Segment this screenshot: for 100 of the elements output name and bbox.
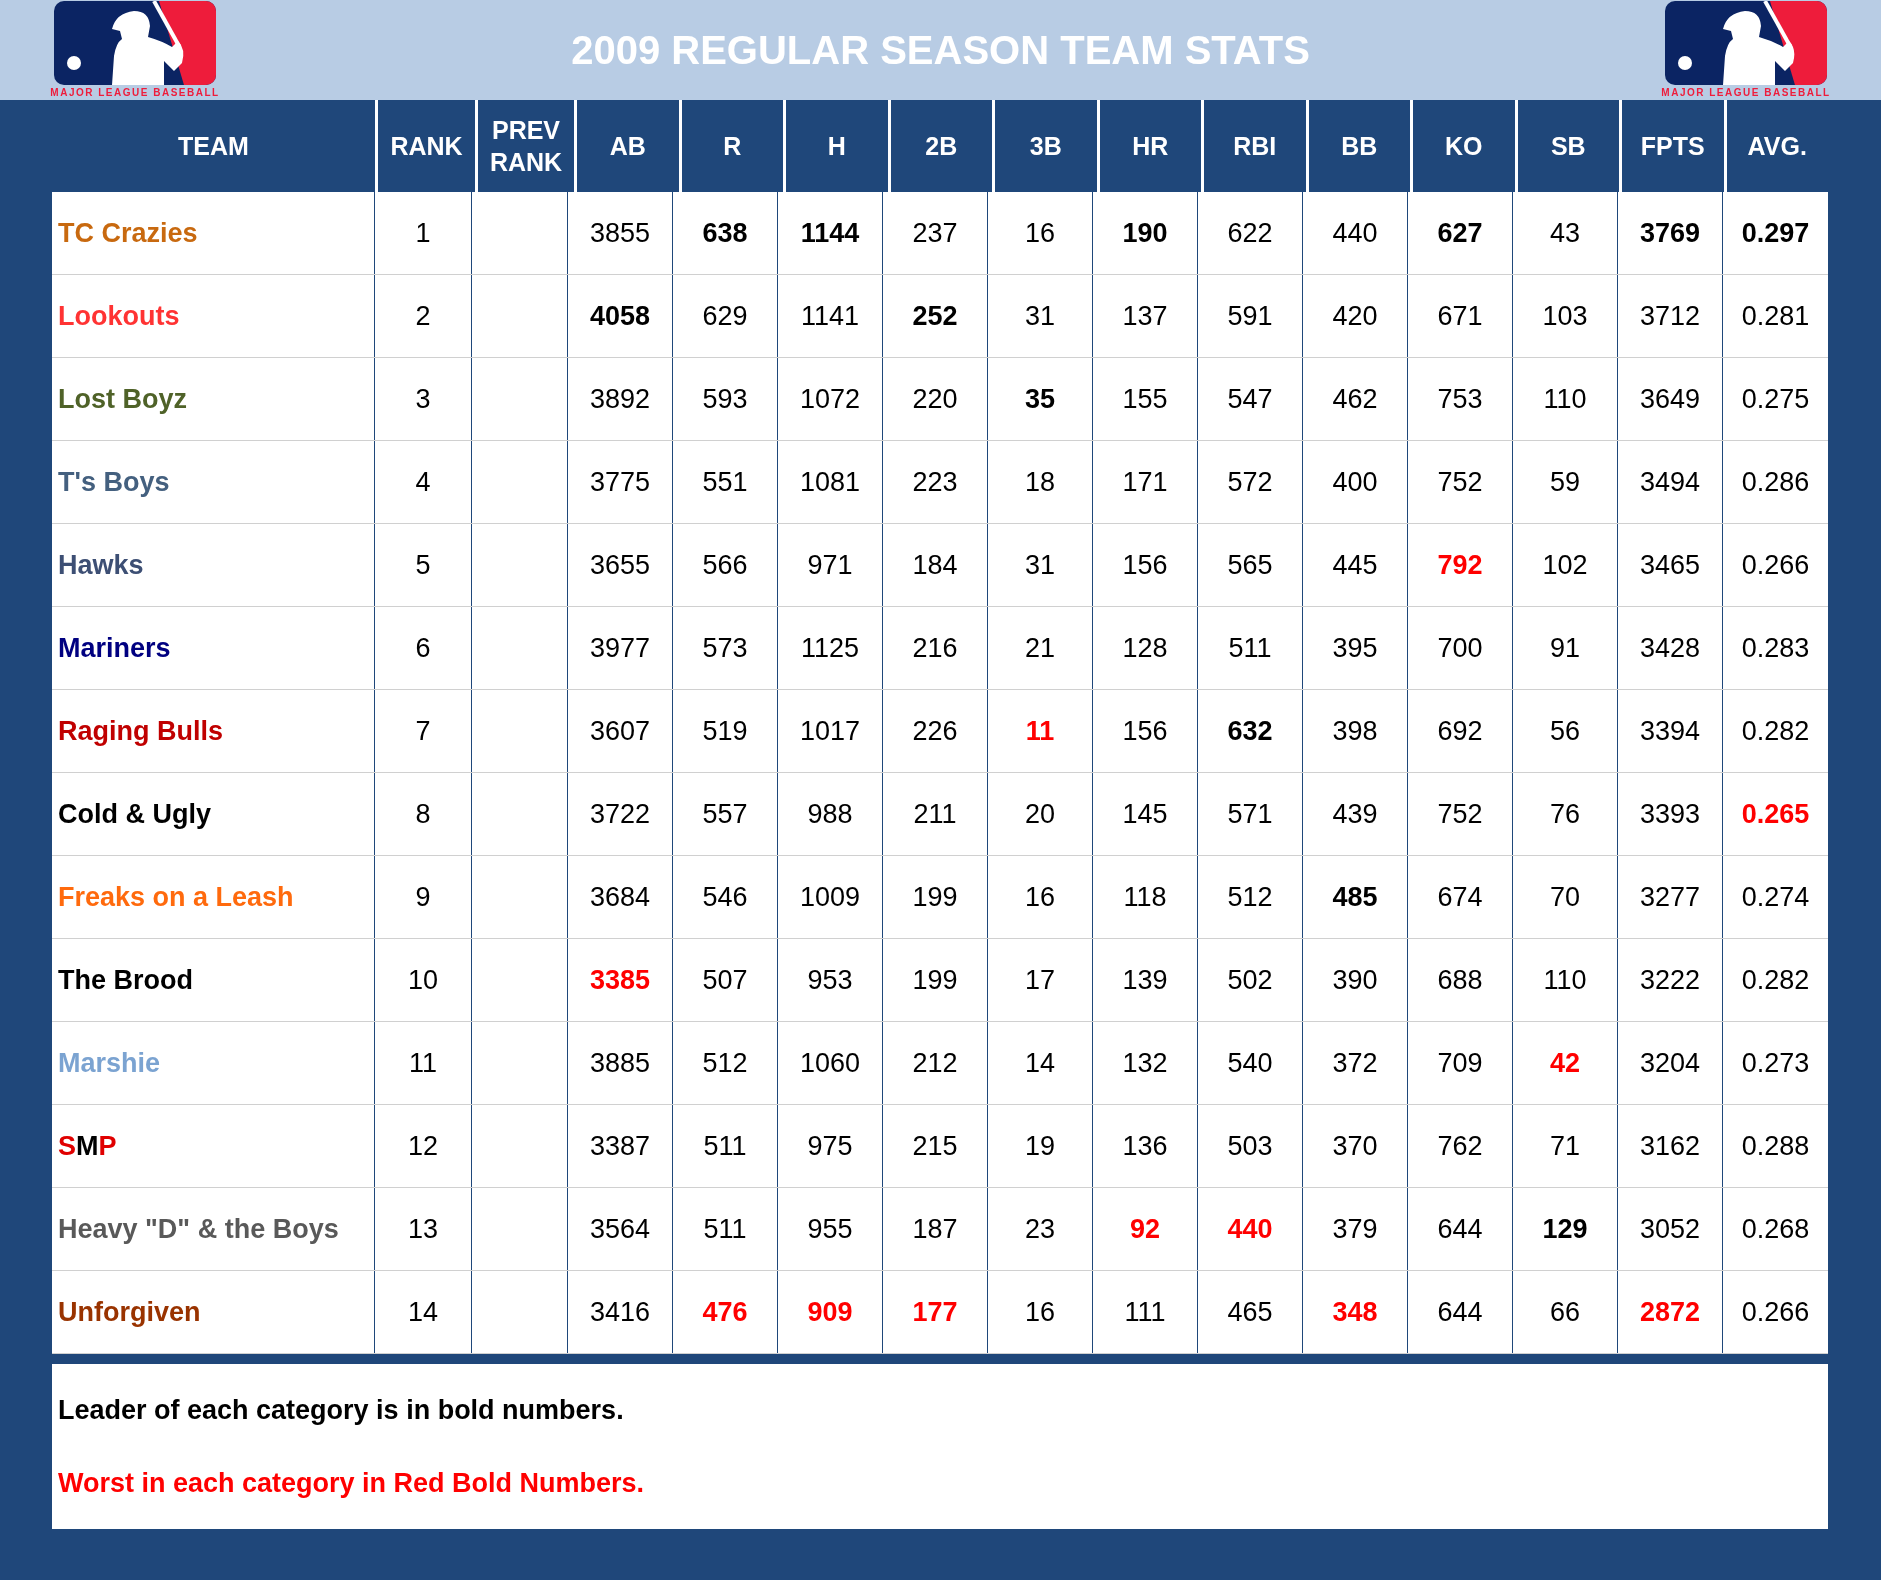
table-cell: 71 bbox=[1513, 1105, 1618, 1187]
table-cell-text: 0.282 bbox=[1740, 963, 1811, 997]
table-cell: 485 bbox=[1303, 856, 1408, 938]
table-cell: 398 bbox=[1303, 690, 1408, 772]
table-cell: 212 bbox=[883, 1022, 988, 1104]
table-cell: 762 bbox=[1408, 1105, 1513, 1187]
table-cell: 1081 bbox=[778, 441, 883, 523]
column-header: H bbox=[786, 100, 888, 192]
table-cell: 688 bbox=[1408, 939, 1513, 1021]
team-name: Heavy "D" & the Boys bbox=[52, 1188, 375, 1270]
table-cell: 3649 bbox=[1618, 358, 1723, 440]
table-cell: 129 bbox=[1513, 1188, 1618, 1270]
table-cell: 19 bbox=[988, 1105, 1093, 1187]
table-cell: 42 bbox=[1513, 1022, 1618, 1104]
table-cell: 566 bbox=[673, 524, 778, 606]
table-cell: 20 bbox=[988, 773, 1093, 855]
table-cell: 3769 bbox=[1618, 192, 1723, 274]
table-cell: 511 bbox=[673, 1105, 778, 1187]
table-cell: 440 bbox=[1303, 192, 1408, 274]
table-cell: 400 bbox=[1303, 441, 1408, 523]
table-cell: 3722 bbox=[568, 773, 673, 855]
legend-note: Leader of each category is in bold numbers. bbox=[58, 1394, 625, 1427]
table-cell: 572 bbox=[1198, 441, 1303, 523]
team-name: Cold & Ugly bbox=[52, 773, 375, 855]
table-cell: 3394 bbox=[1618, 690, 1723, 772]
table-cell-text: 0.266 bbox=[1740, 548, 1811, 582]
table-cell: 3465 bbox=[1618, 524, 1723, 606]
table-cell-text: 0.273 bbox=[1740, 1046, 1811, 1080]
table-cell: 3204 bbox=[1618, 1022, 1723, 1104]
table-cell-text: 0.266 bbox=[1740, 1295, 1811, 1329]
table-cell: 76 bbox=[1513, 773, 1618, 855]
table-cell: 511 bbox=[1198, 607, 1303, 689]
team-name: The Brood bbox=[52, 939, 375, 1021]
table-cell: 591 bbox=[1198, 275, 1303, 357]
table-cell: 971 bbox=[778, 524, 883, 606]
team-name: Lookouts bbox=[52, 275, 375, 357]
table-cell: 439 bbox=[1303, 773, 1408, 855]
team-name: T's Boys bbox=[52, 441, 375, 523]
table-cell: 390 bbox=[1303, 939, 1408, 1021]
table-cell: 4058 bbox=[568, 275, 673, 357]
table-cell: 1141 bbox=[778, 275, 883, 357]
table-cell: 128 bbox=[1093, 607, 1198, 689]
table-cell: 18 bbox=[988, 441, 1093, 523]
table-cell: 622 bbox=[1198, 192, 1303, 274]
table-cell: 215 bbox=[883, 1105, 988, 1187]
column-header: AVG. bbox=[1726, 100, 1828, 192]
table-cell: 21 bbox=[988, 607, 1093, 689]
page-title: 2009 REGULAR SEASON TEAM STATS bbox=[571, 27, 1310, 74]
table-cell: 31 bbox=[988, 524, 1093, 606]
table-cell: 187 bbox=[883, 1188, 988, 1270]
table-cell-text: 0.282 bbox=[1740, 714, 1811, 748]
table-cell: 155 bbox=[1093, 358, 1198, 440]
table-cell: 6 bbox=[375, 607, 472, 689]
table-cell-text: 0.288 bbox=[1740, 1129, 1811, 1163]
table-cell: 23 bbox=[988, 1188, 1093, 1270]
table-cell: 31 bbox=[988, 275, 1093, 357]
table-cell: 440 bbox=[1198, 1188, 1303, 1270]
table-cell: 11 bbox=[375, 1022, 472, 1104]
table-cell: 752 bbox=[1408, 773, 1513, 855]
table-cell-text: 0.275 bbox=[1740, 382, 1811, 416]
table-cell: 3712 bbox=[1618, 275, 1723, 357]
table-cell: 709 bbox=[1408, 1022, 1513, 1104]
baseball-batter-logo-icon bbox=[54, 1, 216, 85]
table-cell: 1 bbox=[375, 192, 472, 274]
table-cell: 370 bbox=[1303, 1105, 1408, 1187]
table-cell: 70 bbox=[1513, 856, 1618, 938]
table-cell: 16 bbox=[988, 192, 1093, 274]
table-cell: 3885 bbox=[568, 1022, 673, 1104]
table-cell: 955 bbox=[778, 1188, 883, 1270]
team-name: Marshie bbox=[52, 1022, 375, 1104]
table-cell: 252 bbox=[883, 275, 988, 357]
table-cell: 3855 bbox=[568, 192, 673, 274]
table-cell: 975 bbox=[778, 1105, 883, 1187]
table-cell: 14 bbox=[375, 1271, 472, 1353]
team-name: Unforgiven bbox=[52, 1271, 375, 1353]
table-cell: 156 bbox=[1093, 524, 1198, 606]
table-cell: 379 bbox=[1303, 1188, 1408, 1270]
table-cell: 1125 bbox=[778, 607, 883, 689]
table-cell: 3385 bbox=[568, 939, 673, 1021]
table-cell: 13 bbox=[375, 1188, 472, 1270]
table-cell: 1009 bbox=[778, 856, 883, 938]
team-name: Hawks bbox=[52, 524, 375, 606]
column-header: PREV RANK bbox=[478, 100, 574, 192]
team-name: TC Crazies bbox=[52, 192, 375, 274]
table-cell: 199 bbox=[883, 856, 988, 938]
table-cell: 752 bbox=[1408, 441, 1513, 523]
table-cell: 671 bbox=[1408, 275, 1513, 357]
column-header: R bbox=[681, 100, 783, 192]
table-cell: 184 bbox=[883, 524, 988, 606]
table-cell: 220 bbox=[883, 358, 988, 440]
table-cell: 420 bbox=[1303, 275, 1408, 357]
table-cell: 502 bbox=[1198, 939, 1303, 1021]
column-header: RBI bbox=[1204, 100, 1306, 192]
table-cell: 4 bbox=[375, 441, 472, 523]
table-cell: 3416 bbox=[568, 1271, 673, 1353]
column-header: 3B bbox=[995, 100, 1097, 192]
table-cell: 3775 bbox=[568, 441, 673, 523]
table-cell: 5 bbox=[375, 524, 472, 606]
table-cell: 2872 bbox=[1618, 1271, 1723, 1353]
table-cell: 540 bbox=[1198, 1022, 1303, 1104]
